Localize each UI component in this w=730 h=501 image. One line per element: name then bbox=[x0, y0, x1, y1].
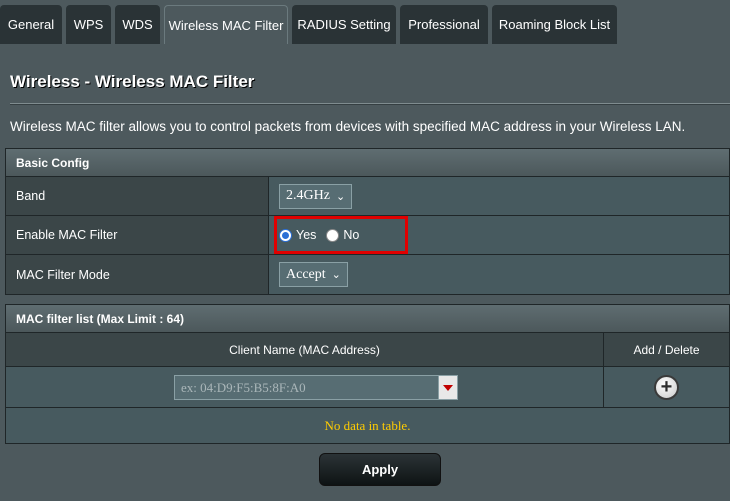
apply-button[interactable]: Apply bbox=[319, 453, 441, 486]
band-row: Band 2.4GHz ⌄ bbox=[6, 177, 729, 216]
content-area: Wireless - Wireless MAC Filter Wireless … bbox=[0, 44, 730, 501]
basic-config-header: Basic Config bbox=[6, 149, 729, 177]
radio-yes[interactable] bbox=[279, 228, 292, 242]
mac-filter-mode-row: MAC Filter Mode Accept ⌄ bbox=[6, 255, 729, 294]
col-client-name: Client Name (MAC Address) bbox=[6, 333, 604, 366]
triangle-down-icon bbox=[443, 384, 453, 391]
tab-roaming-block-list[interactable]: Roaming Block List bbox=[492, 5, 617, 44]
enable-mac-filter-cell: Yes No bbox=[269, 216, 729, 254]
col-add-delete: Add / Delete bbox=[604, 333, 729, 366]
enable-mac-filter-label: Enable MAC Filter bbox=[6, 216, 269, 254]
band-select[interactable]: 2.4GHz ⌄ bbox=[279, 183, 353, 209]
mac-filter-mode-select[interactable]: Accept ⌄ bbox=[279, 262, 348, 287]
band-value-cell: 2.4GHz ⌄ bbox=[269, 177, 729, 215]
chevron-down-icon: ⌄ bbox=[335, 190, 346, 203]
enable-mac-filter-options: Yes No bbox=[279, 228, 359, 242]
tab-radius-setting[interactable]: RADIUS Setting bbox=[292, 5, 396, 44]
chevron-down-icon: ⌄ bbox=[331, 269, 341, 281]
page-description: Wireless MAC filter allows you to contro… bbox=[10, 119, 686, 134]
enable-mac-filter-row: Enable MAC Filter Yes No bbox=[6, 216, 729, 255]
tab-bar: General WPS WDS Wireless MAC Filter RADI… bbox=[0, 0, 730, 44]
tab-wireless-mac-filter[interactable]: Wireless MAC Filter bbox=[164, 5, 288, 44]
band-label: Band bbox=[6, 177, 269, 215]
tab-general[interactable]: General bbox=[0, 5, 62, 44]
tab-wps[interactable]: WPS bbox=[66, 5, 111, 44]
mac-filter-mode-value: Accept bbox=[286, 266, 326, 282]
mac-input-row: ex: 04:D9:F5:B5:8F:A0 + bbox=[6, 367, 729, 408]
radio-yes-label[interactable]: Yes bbox=[296, 228, 316, 242]
tab-wds[interactable]: WDS bbox=[115, 5, 160, 44]
band-select-value: 2.4GHz bbox=[286, 188, 330, 203]
radio-no[interactable] bbox=[326, 228, 340, 242]
empty-table-message: No data in table. bbox=[6, 408, 729, 443]
tab-professional[interactable]: Professional bbox=[400, 5, 488, 44]
basic-config-panel: Basic Config Band 2.4GHz ⌄ Enable MAC Fi… bbox=[5, 148, 730, 295]
mac-filter-list-header: MAC filter list (Max Limit : 64) bbox=[6, 305, 729, 333]
mac-filter-mode-label: MAC Filter Mode bbox=[6, 255, 269, 294]
mac-address-input[interactable]: ex: 04:D9:F5:B5:8F:A0 bbox=[174, 375, 440, 400]
add-cell: + bbox=[604, 367, 729, 407]
page-title: Wireless - Wireless MAC Filter bbox=[10, 72, 255, 91]
client-list-dropdown-button[interactable] bbox=[438, 375, 458, 400]
mac-filter-list-panel: MAC filter list (Max Limit : 64) Client … bbox=[5, 304, 730, 444]
radio-no-label[interactable]: No bbox=[343, 228, 359, 242]
title-divider bbox=[10, 103, 730, 105]
mac-list-column-headers: Client Name (MAC Address) Add / Delete bbox=[6, 333, 729, 367]
mac-input-cell: ex: 04:D9:F5:B5:8F:A0 bbox=[6, 367, 604, 407]
add-icon[interactable]: + bbox=[654, 374, 679, 400]
mac-filter-mode-cell: Accept ⌄ bbox=[269, 255, 729, 294]
